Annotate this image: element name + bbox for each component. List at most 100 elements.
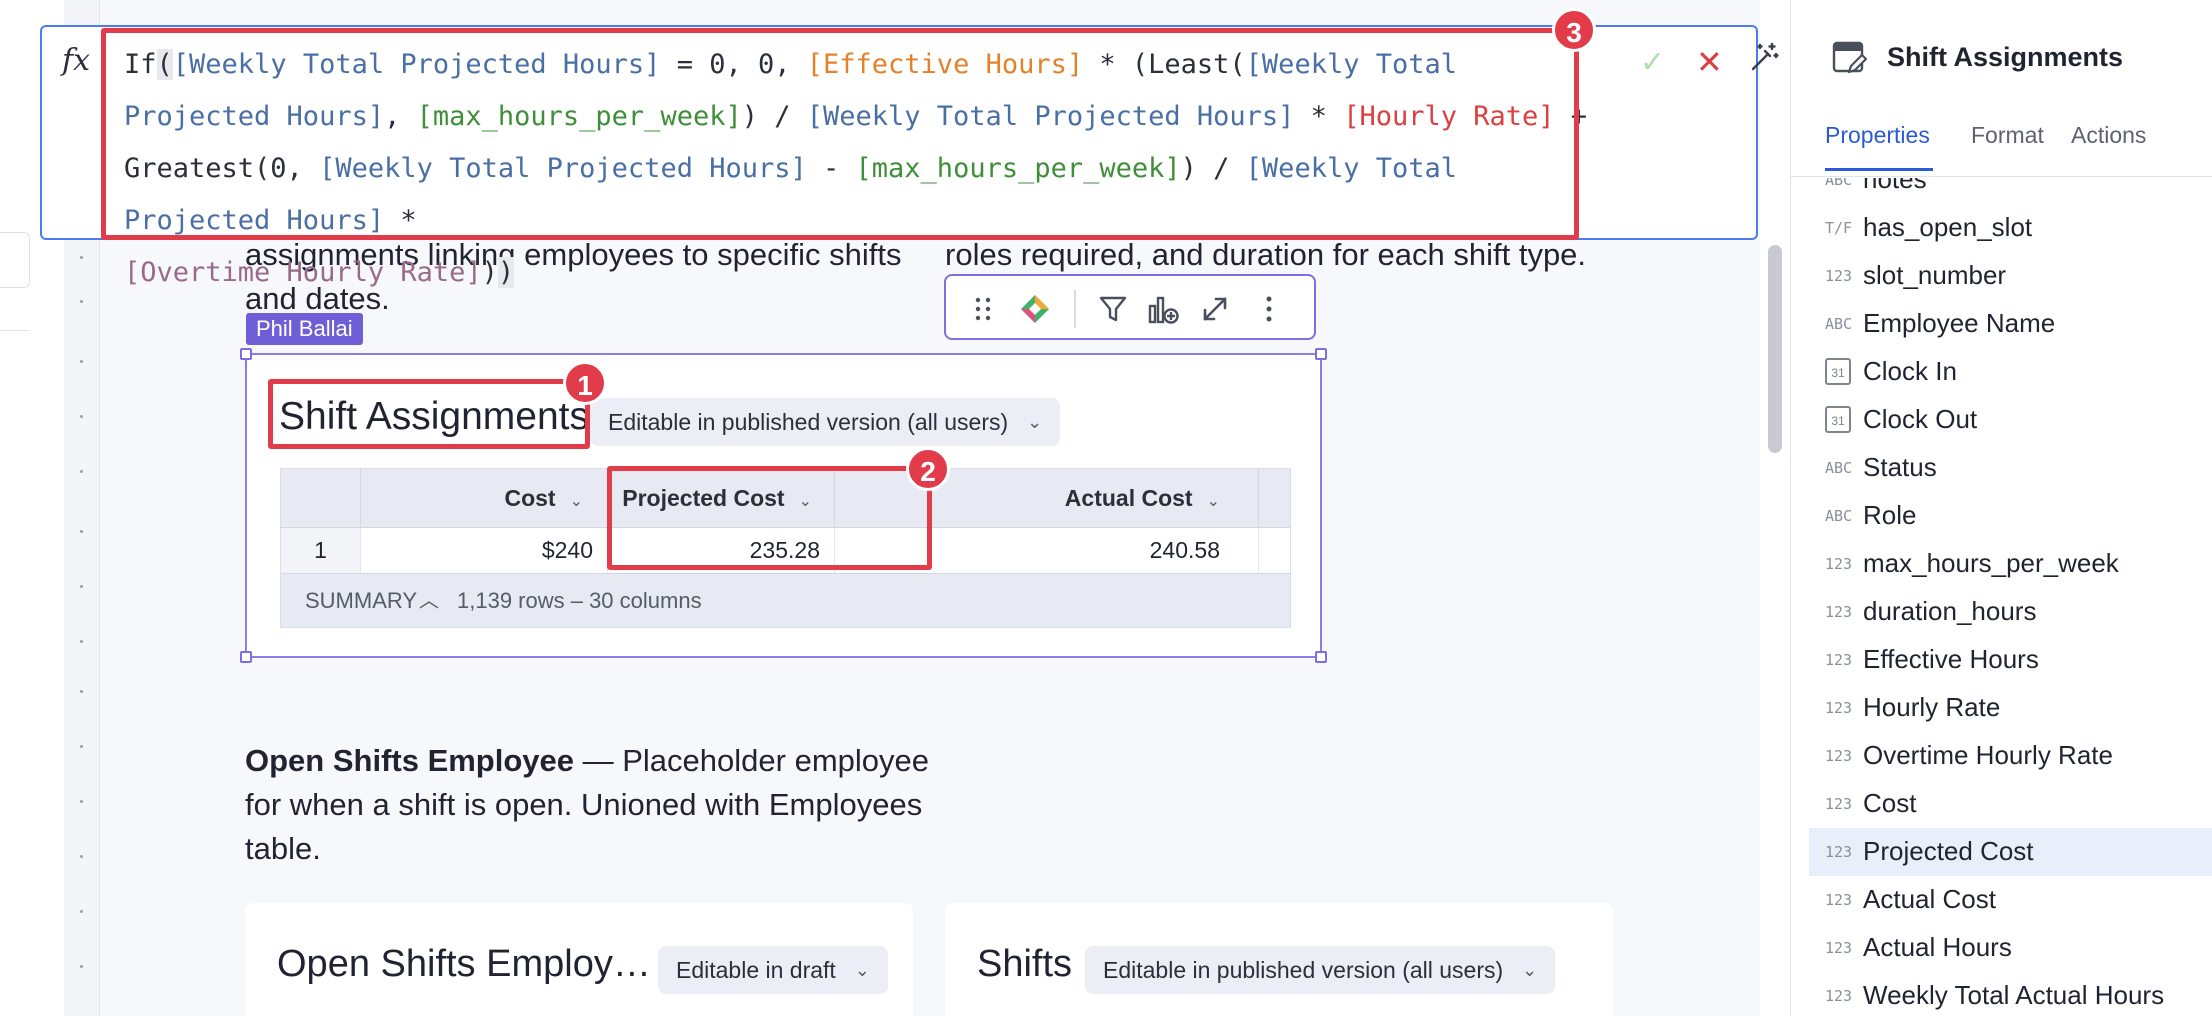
text-type-icon: ABC [1825, 459, 1853, 477]
resize-handle[interactable] [1315, 348, 1327, 360]
tab-actions[interactable]: Actions [2071, 122, 2146, 149]
column-header-label: Cost [504, 485, 556, 511]
number-type-icon: 123 [1825, 939, 1853, 957]
open-shifts-line: table. [245, 831, 321, 866]
annotation-box-title [268, 379, 590, 449]
column-item-projected-cost[interactable]: 123 Projected Cost [1809, 828, 2212, 876]
column-header-label: Actual Cost [1064, 485, 1193, 511]
column-name: Hourly Rate [1863, 692, 2001, 722]
edit-mode-dropdown[interactable]: Editable in published version (all users… [1085, 946, 1556, 994]
vertical-scrollbar[interactable] [1768, 245, 1782, 453]
gutter-dot [80, 855, 83, 858]
column-name: Projected Cost [1863, 836, 2034, 866]
chevron-down-icon[interactable]: ⌄ [1207, 493, 1220, 510]
chevron-up-icon[interactable]: ︿ [419, 574, 439, 628]
gutter-dot [80, 470, 83, 473]
column-item-hourly-rate[interactable]: 123 Hourly Rate [1809, 684, 2212, 732]
column-item-weekly-total-actual-hours[interactable]: 123 Weekly Total Actual Hours [1809, 972, 2212, 1016]
column-item-notes[interactable]: ABC notes [1809, 178, 2212, 204]
column-name: Effective Hours [1863, 644, 2039, 674]
author-tag: Phil Ballai [246, 313, 363, 345]
column-name: Employee Name [1863, 308, 2056, 338]
column-name: Weekly Total Actual Hours [1863, 980, 2165, 1010]
summary-info: 1,139 rows – 30 columns [457, 588, 702, 613]
text-type-icon: ABC [1825, 315, 1853, 333]
open-shifts-text: Open Shifts Employee — Placeholder emplo… [245, 739, 929, 871]
annotation-box-formula [101, 28, 1579, 240]
table-title[interactable]: Open Shifts Employ… [277, 943, 651, 986]
table-title[interactable]: Shifts [977, 943, 1072, 986]
collapsed-panel-tab[interactable] [0, 232, 30, 288]
open-shifts-line: Open Shifts Employee — Placeholder emplo… [245, 739, 929, 783]
number-type-icon: 123 [1825, 795, 1853, 813]
column-name: Status [1863, 452, 1937, 482]
annotation-box-projected-cost [607, 466, 932, 570]
divider [0, 330, 30, 331]
tab-properties[interactable]: Properties [1825, 122, 1930, 149]
resize-handle[interactable] [240, 651, 252, 663]
cell-cost[interactable]: $240 [361, 527, 608, 573]
resize-handle[interactable] [1315, 651, 1327, 663]
column-name: Clock In [1863, 356, 1957, 386]
column-header-cost[interactable]: Cost ⌄ [361, 469, 608, 527]
table-edit-icon [1832, 41, 1867, 74]
column-item-max-hours-per-week[interactable]: 123 max_hours_per_week [1809, 540, 2212, 588]
chevron-down-icon[interactable]: ⌄ [570, 493, 583, 510]
column-item-duration-hours[interactable]: 123 duration_hours [1809, 588, 2212, 636]
number-type-icon: 123 [1825, 747, 1853, 765]
annotation-badge: 3 [1552, 8, 1596, 52]
column-item-overtime-hourly-rate[interactable]: 123 Overtime Hourly Rate [1809, 732, 2212, 780]
resize-handle[interactable] [240, 348, 252, 360]
gutter-dot [80, 745, 83, 748]
column-name: notes [1863, 178, 1927, 194]
boolean-type-icon: T/F [1825, 219, 1853, 237]
chevron-down-icon: ⌄ [1522, 960, 1538, 980]
gutter-dot [80, 965, 83, 968]
active-tab-indicator [1825, 168, 1933, 171]
column-item-slot-number[interactable]: 123 slot_number [1809, 252, 2212, 300]
text-type-icon: ABC [1825, 507, 1853, 525]
fx-icon: fx [62, 43, 91, 78]
confirm-icon[interactable]: ✓ [1640, 45, 1665, 80]
column-item-actual-cost[interactable]: 123 Actual Cost [1809, 876, 2212, 924]
gutter-dot [80, 415, 83, 418]
cancel-icon[interactable]: ✕ [1696, 43, 1723, 81]
divider [1791, 176, 2212, 177]
text-type-icon: ABC [1825, 178, 1853, 189]
column-name: slot_number [1863, 260, 2007, 290]
column-item-effective-hours[interactable]: 123 Effective Hours [1809, 636, 2212, 684]
column-name: Actual Hours [1863, 932, 2012, 962]
gutter-dot [80, 910, 83, 913]
annotation-badge: 2 [906, 447, 950, 491]
number-type-icon: 123 [1825, 843, 1853, 861]
column-item-cost[interactable]: 123 Cost [1809, 780, 2212, 828]
tab-format[interactable]: Format [1971, 122, 2044, 149]
edit-mode-label: Editable in published version (all users… [1103, 957, 1504, 983]
column-item-role[interactable]: ABC Role [1809, 492, 2212, 540]
edit-mode-dropdown[interactable]: Editable in draft ⌄ [658, 946, 888, 994]
column-item-has-open-slot[interactable]: T/F has_open_slot [1809, 204, 2212, 252]
column-item-actual-hours[interactable]: 123 Actual Hours [1809, 924, 2212, 972]
number-type-icon: 123 [1825, 891, 1853, 909]
number-type-icon: 123 [1825, 603, 1853, 621]
row-index: 1 [281, 527, 361, 573]
column-item-clock-out[interactable]: 31 Clock Out [1809, 396, 2212, 444]
magic-wand-icon[interactable] [1748, 41, 1780, 73]
table-element-shifts[interactable]: Shifts Editable in published version (al… [945, 903, 1613, 1016]
calendar-icon: 31 [1825, 358, 1851, 385]
edit-mode-dropdown[interactable]: Editable in published version (all users… [590, 398, 1061, 446]
formula-token: [Overtime Hourly Rate] [124, 257, 482, 288]
table-element-open-shifts-employee[interactable]: Open Shifts Employ… Editable in draft ⌄ [245, 903, 913, 1016]
annotation-badge: 1 [563, 361, 607, 405]
column-name: Role [1863, 500, 1917, 530]
column-name: has_open_slot [1863, 212, 2033, 242]
open-shifts-rest: — Placeholder employee [574, 743, 929, 778]
formula-token: ) [497, 257, 515, 288]
summary-bar[interactable]: SUMMARY ︿ 1,139 rows – 30 columns [281, 573, 1290, 627]
column-item-employee-name[interactable]: ABC Employee Name [1809, 300, 2212, 348]
number-type-icon: 123 [1825, 267, 1853, 285]
column-item-status[interactable]: ABC Status [1809, 444, 2212, 492]
edit-mode-label: Editable in published version (all users… [608, 409, 1009, 435]
gutter-dot [80, 585, 83, 588]
column-item-clock-in[interactable]: 31 Clock In [1809, 348, 2212, 396]
